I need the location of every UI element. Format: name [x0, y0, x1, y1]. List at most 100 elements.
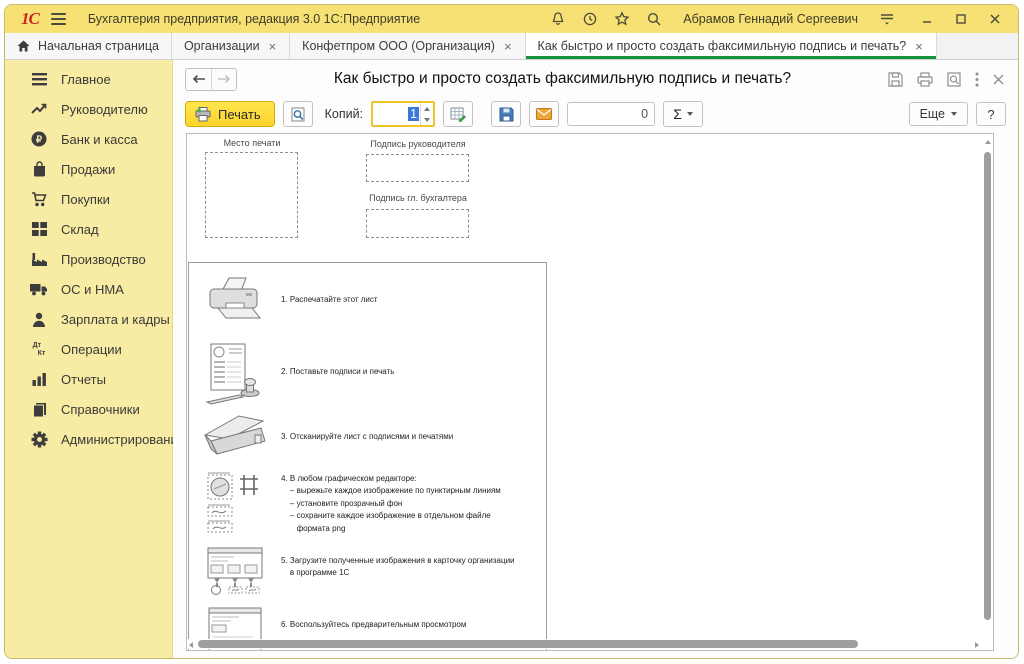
maximize-icon[interactable] [952, 10, 970, 28]
service-menu-icon[interactable] [878, 10, 896, 28]
sidebar-item-operacii[interactable]: ДтКт Операции [5, 334, 172, 364]
search-icon[interactable] [645, 10, 663, 28]
print-button[interactable]: Печать [185, 101, 275, 127]
copies-value[interactable]: 1 [408, 107, 419, 121]
nav-back-button[interactable] [186, 69, 211, 90]
sidebar-item-glavnoe[interactable]: Главное [5, 64, 172, 94]
horizontal-scrollbar[interactable] [188, 639, 980, 649]
history-icon[interactable] [581, 10, 599, 28]
gear-icon [30, 431, 48, 448]
help-button[interactable]: ? [976, 102, 1006, 126]
copies-increment-button[interactable] [421, 103, 433, 114]
send-email-button[interactable] [529, 101, 559, 127]
table-settings-button[interactable] [443, 101, 473, 127]
vertical-scrollbar[interactable] [983, 135, 992, 637]
sidebar-item-prodazhi[interactable]: Продажи [5, 154, 172, 184]
graphic-editor-illustration [203, 471, 267, 533]
sidebar-item-zarplata-kadry[interactable]: Зарплата и кадры [5, 304, 172, 334]
truck-icon [30, 281, 48, 298]
copies-decrement-button[interactable] [421, 114, 433, 125]
page-title: Как быстро и просто создать факсимильную… [237, 70, 888, 88]
accountant-sign-box [366, 209, 469, 238]
copies-stepper[interactable]: 1 [371, 101, 435, 127]
more-options-icon[interactable] [975, 72, 979, 87]
tab-close-icon[interactable]: × [268, 40, 278, 53]
sidebar-item-otchety[interactable]: Отчеты [5, 364, 172, 394]
main-menu-icon[interactable] [51, 13, 66, 25]
scanner-illustration [203, 411, 267, 457]
title-bar: 1С Бухгалтерия предприятия, редакция 3.0… [5, 5, 1018, 33]
close-form-icon[interactable] [993, 74, 1004, 85]
scroll-right-arrow[interactable] [975, 642, 979, 648]
step-text: 1. Распечатайте этот лист [281, 294, 551, 306]
print-preview-area: Место печати Подпись руководителя Подпис… [186, 133, 994, 651]
accountant-sign-label: Подпись гл. бухгалтера [366, 193, 470, 203]
envelope-icon [536, 108, 552, 120]
tab-label: Организации [184, 39, 260, 53]
tab-label: Начальная страница [38, 39, 159, 53]
preview-page-icon [291, 107, 305, 122]
favorites-star-icon[interactable] [613, 10, 631, 28]
sidebar-item-pokupki[interactable]: Покупки [5, 184, 172, 214]
step-text: 2. Поставьте подписи и печать [281, 366, 551, 378]
current-user[interactable]: Абрамов Геннадий Сергеевич [683, 12, 858, 26]
tab-bar-empty [937, 33, 1018, 59]
tab-label: Как быстро и просто создать факсимильную… [538, 39, 907, 53]
nav-forward-button[interactable] [211, 69, 236, 90]
minimize-icon[interactable] [918, 10, 936, 28]
content-header: Как быстро и просто создать факсимильную… [173, 60, 1018, 98]
tab-bar: Начальная страница Организации × Конфетп… [5, 33, 1018, 60]
copies-label: Копий: [325, 107, 363, 121]
menu-lines-icon [30, 71, 48, 88]
sidebar-item-bank-kassa[interactable]: ₽ Банк и касса [5, 124, 172, 154]
printer-illustration [203, 276, 267, 322]
factory-icon [30, 251, 48, 268]
trend-arrow-icon [30, 101, 48, 118]
horizontal-scroll-thumb[interactable] [198, 640, 858, 648]
home-icon [17, 40, 30, 52]
director-sign-label: Подпись руководителя [366, 139, 470, 149]
tab-close-icon[interactable]: × [914, 40, 924, 53]
step-text: 5. Загрузите полученные изображения в ка… [281, 555, 551, 580]
sum-field[interactable]: 0 [567, 102, 655, 126]
upload-to-1c-illustration [203, 547, 267, 595]
chevron-down-icon [687, 112, 693, 116]
save-document-button[interactable] [491, 101, 521, 127]
sidebar-item-sklad[interactable]: Склад [5, 214, 172, 244]
sidebar-item-proizvodstvo[interactable]: Производство [5, 244, 172, 274]
tab-konfetprom[interactable]: Конфетпром ООО (Организация) × [290, 33, 525, 59]
print-icon[interactable] [917, 72, 933, 87]
sidebar-item-administrirovanie[interactable]: Администрирование [5, 424, 172, 454]
sidebar-item-spravochniki[interactable]: Справочники [5, 394, 172, 424]
sidebar-item-rukovoditelyu[interactable]: Руководителю [5, 94, 172, 124]
tab-home[interactable]: Начальная страница [5, 33, 172, 59]
sidebar-item-os-nma[interactable]: ОС и НМА [5, 274, 172, 304]
step-text: 3. Отсканируйте лист с подписями и печат… [281, 431, 551, 443]
vertical-scroll-thumb[interactable] [984, 152, 991, 620]
section-sidebar: Главное Руководителю ₽ Банк и касса Прод… [5, 60, 173, 658]
window-title: Бухгалтерия предприятия, редакция 3.0 1С… [88, 12, 541, 26]
app-window: 1С Бухгалтерия предприятия, редакция 3.0… [4, 4, 1019, 659]
scroll-left-arrow[interactable] [189, 642, 193, 648]
step-text: 4. В любом графическом редакторе: – выре… [281, 473, 551, 535]
tab-organizations[interactable]: Организации × [172, 33, 290, 59]
step-text: 6. Воспользуйтесь предварительным просмо… [281, 619, 551, 631]
notifications-bell-icon[interactable] [549, 10, 567, 28]
save-icon[interactable] [888, 72, 903, 87]
scroll-up-arrow[interactable] [985, 140, 991, 144]
tab-close-icon[interactable]: × [503, 40, 513, 53]
tab-label: Конфетпром ООО (Организация) [302, 39, 495, 53]
svg-text:₽: ₽ [36, 134, 43, 145]
book-icon [30, 401, 48, 418]
ruble-circle-icon: ₽ [30, 131, 48, 148]
close-window-icon[interactable] [986, 10, 1004, 28]
preview-button[interactable] [283, 101, 313, 127]
preview-icon[interactable] [947, 72, 961, 87]
shopping-cart-icon [30, 191, 48, 208]
more-button[interactable]: Еще [909, 102, 968, 126]
sum-function-button[interactable]: Σ [663, 101, 703, 127]
tab-facsimile-help[interactable]: Как быстро и просто создать факсимильную… [526, 33, 937, 59]
1c-logo-icon: 1С [21, 9, 39, 29]
bar-chart-icon [30, 371, 48, 388]
sigma-icon: Σ [673, 106, 682, 122]
